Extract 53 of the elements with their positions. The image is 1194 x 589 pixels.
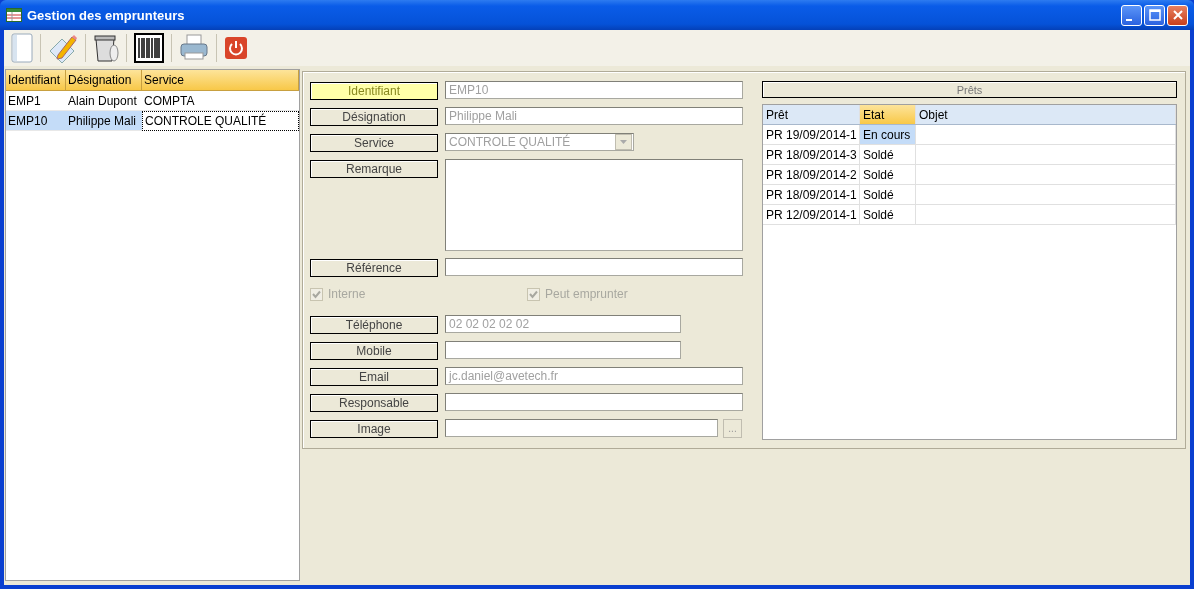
table-cell: PR 18/09/2014-1 (763, 185, 860, 204)
table-cell: PR 18/09/2014-3 (763, 145, 860, 164)
text-field[interactable] (445, 341, 681, 359)
close-icon (1171, 9, 1184, 21)
remark-textarea[interactable] (445, 159, 743, 251)
table-cell: Philippe Mali (66, 111, 142, 131)
loan-row[interactable]: PR 18/09/2014-3 Soldé (763, 145, 1176, 165)
table-cell: En cours (860, 125, 916, 144)
loan-row[interactable]: PR 19/09/2014-1 En cours (763, 125, 1176, 145)
field-label: Responsable (310, 394, 438, 412)
table-cell: COMPTA (142, 91, 299, 111)
table-cell: Soldé (860, 165, 916, 184)
close-button[interactable] (1167, 4, 1188, 26)
loan-row[interactable]: PR 18/09/2014-1 Soldé (763, 185, 1176, 205)
field-label: Désignation (310, 108, 438, 126)
image-path-field[interactable] (445, 419, 718, 437)
loan-row[interactable]: PR 18/09/2014-2 Soldé (763, 165, 1176, 185)
loan-row[interactable]: PR 12/09/2014-1 Soldé (763, 205, 1176, 225)
window-title: Gestion des emprunteurs (27, 7, 186, 23)
checkbox[interactable] (310, 287, 323, 301)
table-cell: Soldé (860, 145, 916, 164)
table-cell: PR 12/09/2014-1 (763, 205, 860, 224)
field-label: Service (310, 134, 438, 152)
checkbox-label: Interne (328, 287, 366, 301)
column-header[interactable]: Service (142, 70, 299, 90)
column-header[interactable]: Etat (860, 105, 916, 124)
field-label: Image (310, 420, 438, 438)
maximize-button[interactable] (1144, 4, 1165, 26)
field-label: Identifiant (310, 82, 438, 100)
barcode-button[interactable] (131, 31, 167, 65)
minimize-icon (1126, 19, 1132, 21)
field-label: Téléphone (310, 316, 438, 334)
field-label: Remarque (310, 160, 438, 178)
employee-row[interactable]: EMP10 Philippe Mali CONTROLE QUALITÉ (6, 111, 299, 131)
table-cell: PR 18/09/2014-2 (763, 165, 860, 184)
loans-title: Prêts (762, 81, 1177, 98)
maximize-icon (1148, 9, 1161, 21)
column-header[interactable]: Désignation (66, 70, 142, 90)
field-label: Référence (310, 259, 438, 277)
checkbox-label: Peut emprunter (545, 287, 628, 301)
field-label: Mobile (310, 342, 438, 360)
minimize-button[interactable] (1121, 4, 1142, 26)
table-cell: Soldé (860, 205, 916, 224)
table-cell: CONTROLE QUALITÉ (142, 111, 299, 131)
checkbox[interactable] (527, 287, 540, 301)
field-label: Email (310, 368, 438, 386)
column-header[interactable]: Objet (916, 105, 1176, 124)
table-icon (6, 8, 22, 22)
table-cell: Soldé (860, 185, 916, 204)
text-field[interactable] (445, 393, 743, 411)
text-field[interactable] (445, 258, 743, 276)
table-cell: EMP10 (6, 111, 66, 131)
column-header[interactable]: Identifiant (6, 70, 66, 90)
